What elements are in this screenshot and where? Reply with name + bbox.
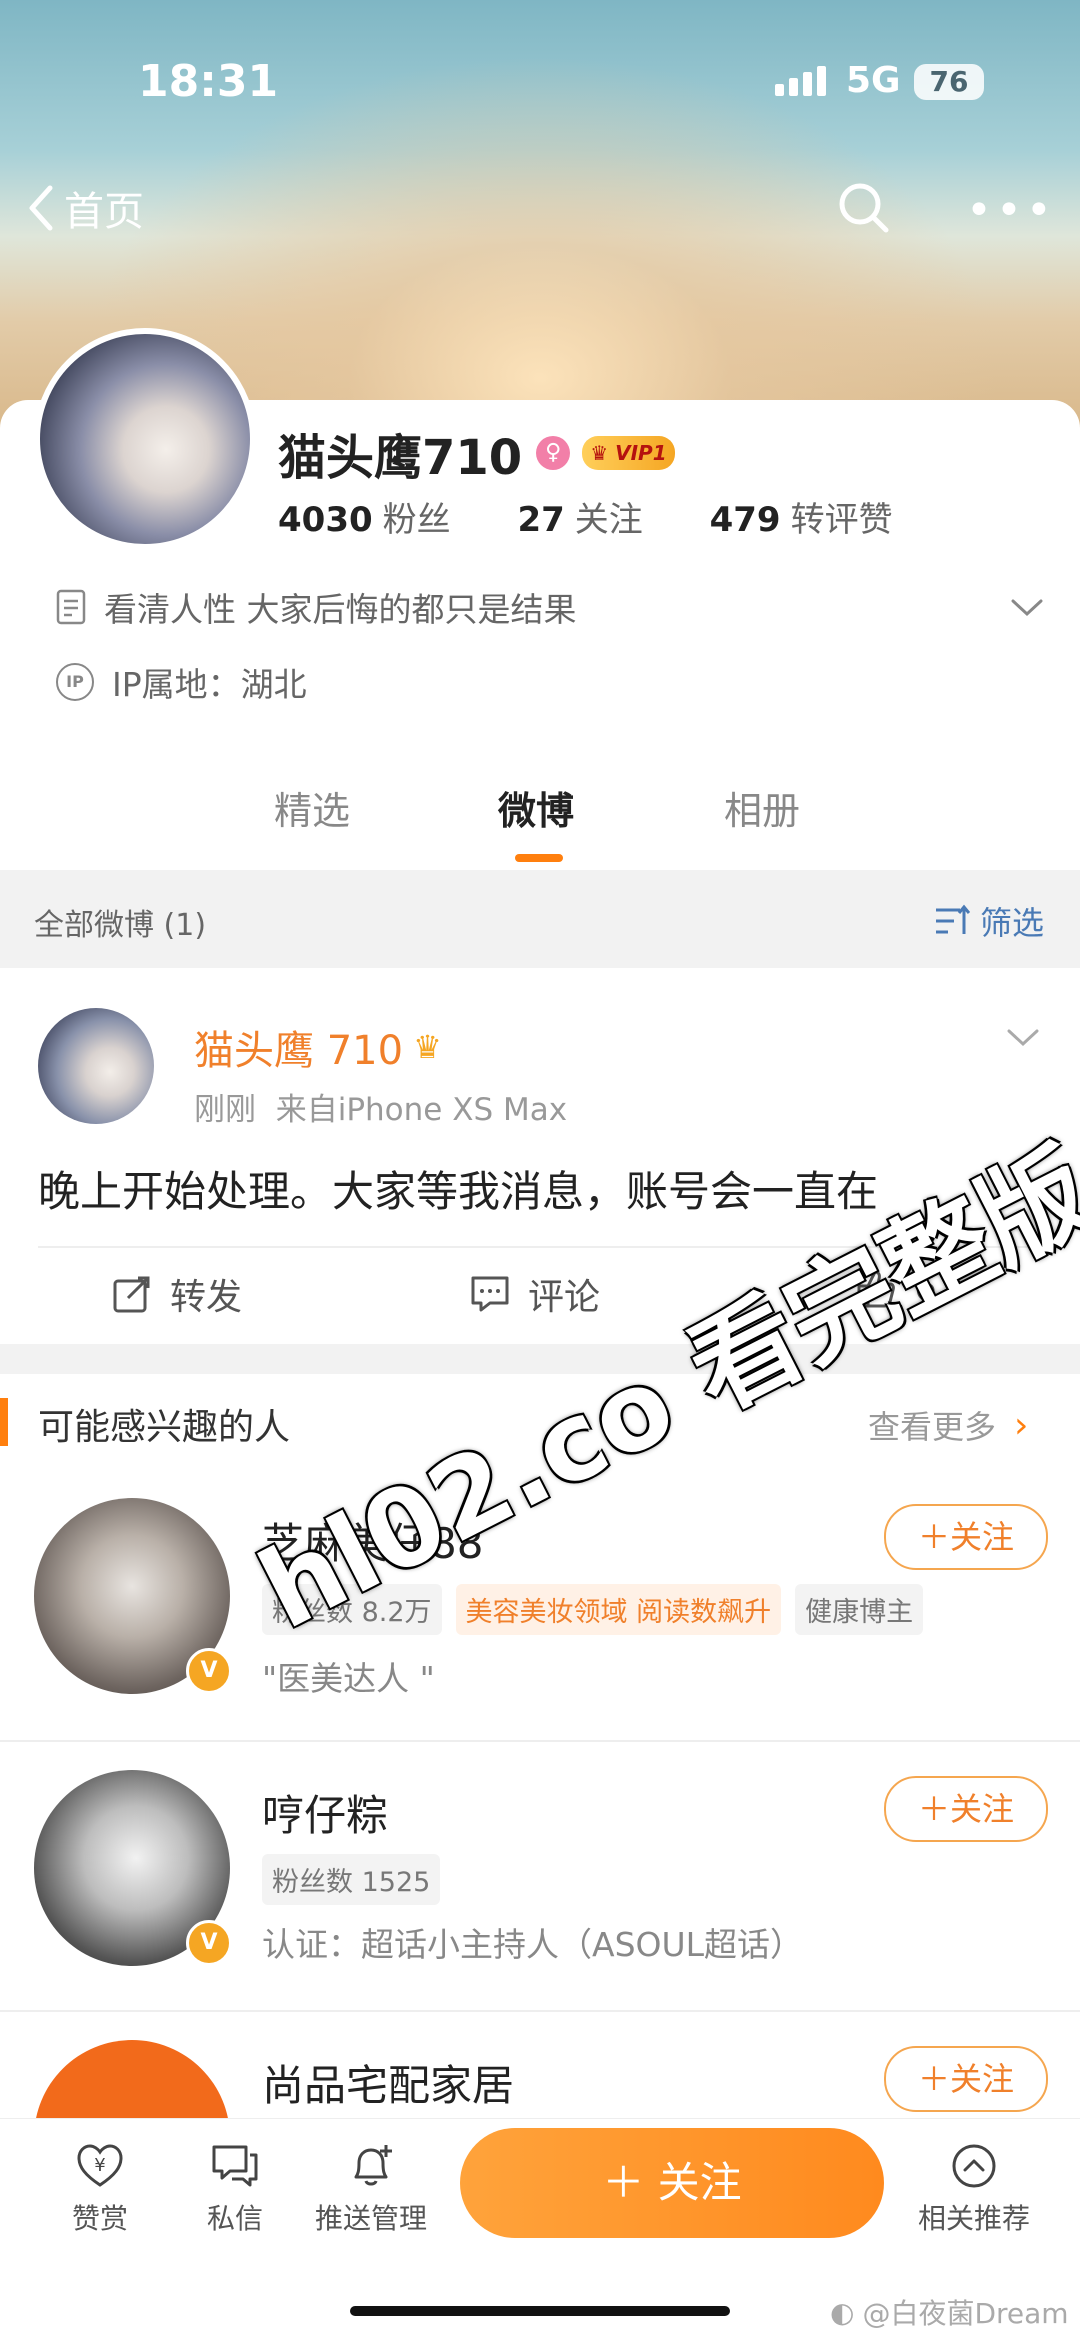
recommend-item: 尚品宅配家居 ＋关注	[0, 2012, 1080, 2118]
comment-button[interactable]: 评论	[470, 1268, 600, 1320]
verified-icon: V	[186, 1920, 232, 1966]
related-label: 相关推荐	[917, 2202, 1030, 2235]
avatar[interactable]	[34, 328, 256, 550]
profile-name-row: 猫头鹰710 ♀ ♛ VIP1	[278, 418, 675, 488]
repost-icon	[113, 1276, 150, 1313]
recommend-name[interactable]: 尚品宅配家居	[262, 2052, 514, 2113]
recommend-desc: 认证：超话小主持人（ASOUL超话）	[262, 1925, 804, 1964]
chevron-up-circle-icon	[952, 2144, 996, 2188]
related-button[interactable]: 相关推荐	[906, 2141, 1042, 2237]
follow-button[interactable]: ＋关注	[884, 1776, 1048, 1842]
recommend-title: 可能感兴趣的人	[38, 1407, 291, 1448]
recommend-name[interactable]: 哼仔粽	[262, 1782, 388, 1843]
recommend-desc: "医美达人 "	[262, 1659, 435, 1698]
push-settings-button[interactable]: 推送管理	[306, 2141, 436, 2237]
search-button[interactable]	[836, 180, 892, 240]
tab-featured[interactable]: 精选	[274, 780, 350, 835]
verified-icon: V	[186, 1648, 232, 1694]
follower-tag: 粉丝数 1525	[262, 1854, 441, 1905]
weibo-watermark: ◐ @白夜菌Dream	[830, 2292, 1069, 2332]
watermark-handle: @白夜菌Dream	[862, 2297, 1069, 2330]
crown-icon: ♛	[590, 441, 609, 465]
signal-icon	[775, 66, 831, 96]
tab-weibo[interactable]: 微博	[498, 780, 574, 835]
recommend-tags: 粉丝数 1525	[262, 1854, 454, 1905]
category-tag: 健康博主	[795, 1584, 924, 1635]
comment-label: 评论	[528, 1277, 601, 1318]
bio-row[interactable]: 看清人性 大家后悔的都只是结果	[56, 583, 577, 631]
bell-plus-icon	[354, 2145, 392, 2186]
comment-icon	[471, 1276, 509, 1312]
vip-label: VIP1	[615, 441, 667, 465]
status-time: 18:31	[138, 56, 279, 107]
ip-icon: IP	[56, 663, 94, 701]
repost-button[interactable]: 转发	[112, 1268, 242, 1320]
post-menu-button[interactable]	[1006, 1028, 1040, 1052]
more-button[interactable]: •••	[966, 189, 1056, 233]
crown-icon: ♛	[413, 1028, 442, 1066]
ip-location: IP属地：湖北	[112, 665, 307, 704]
message-icon	[212, 2145, 258, 2187]
section-marker	[0, 1398, 8, 1446]
filter-bar: 全部微博 (1) 筛选	[0, 870, 1080, 968]
search-icon	[839, 183, 889, 233]
message-label: 私信	[206, 2202, 263, 2235]
recommend-avatar[interactable]	[34, 2040, 230, 2118]
recommend-item: V 哼仔粽 粉丝数 1525 认证：超话小主持人（ASOUL超话） ＋关注	[0, 1742, 1080, 2010]
see-more-label: 查看更多	[868, 1408, 997, 1446]
following-label[interactable]: 关注	[575, 500, 643, 540]
message-button[interactable]: 私信	[175, 2141, 295, 2237]
field-tag: 美容美妆领域 阅读数飙升	[455, 1584, 782, 1635]
post-author[interactable]: 猫头鹰 710	[194, 1018, 403, 1076]
profile-name: 猫头鹰710	[278, 430, 523, 486]
followers-label[interactable]: 粉丝	[383, 500, 451, 540]
filter-label: 筛选	[980, 904, 1045, 942]
status-bar: 18:31 5G 76	[0, 52, 1080, 112]
tab-album[interactable]: 相册	[724, 780, 800, 835]
main-follow-button[interactable]: ＋ 关注	[460, 2128, 884, 2238]
post-meta: 刚刚 来自iPhone XS Max	[194, 1084, 567, 1129]
battery-icon: 76	[914, 64, 984, 100]
post-time: 刚刚	[194, 1092, 256, 1128]
expand-bio-button[interactable]	[1010, 598, 1044, 622]
active-tab-indicator	[515, 854, 563, 862]
vip-badge[interactable]: ♛ VIP1	[582, 436, 675, 470]
chevron-right-icon: ›	[1014, 1404, 1029, 1446]
more-icon: •••	[966, 185, 1056, 236]
following-count[interactable]: 27	[517, 500, 564, 540]
svg-text:¥: ¥	[94, 2155, 105, 2176]
chevron-down-icon	[1007, 1029, 1039, 1047]
reward-icon: ¥	[77, 2144, 123, 2187]
follow-button[interactable]: ＋关注	[884, 1504, 1048, 1570]
all-posts-label: 全部微博 (1)	[34, 908, 207, 943]
interactions-label[interactable]: 转评赞	[791, 500, 893, 540]
back-button[interactable]: 首页	[28, 178, 144, 238]
home-indicator	[350, 2306, 730, 2316]
bio-text: 看清人性 大家后悔的都只是结果	[104, 590, 577, 629]
chevron-left-icon	[29, 185, 53, 231]
post-avatar[interactable]	[38, 1008, 154, 1124]
followers-count[interactable]: 4030	[278, 500, 373, 540]
filter-button[interactable]: 筛选	[934, 898, 1044, 944]
network-label: 5G	[846, 60, 901, 101]
reward-label: 赞赏	[71, 2202, 128, 2235]
ip-row: IP IP属地：湖北	[56, 658, 307, 706]
reward-button[interactable]: ¥ 赞赏	[40, 2141, 160, 2237]
follow-button[interactable]: ＋关注	[884, 2046, 1048, 2112]
interactions-count[interactable]: 479	[710, 500, 781, 540]
see-more-button[interactable]: 查看更多 ›	[868, 1402, 1028, 1448]
filter-icon	[936, 904, 970, 934]
post-source: 来自iPhone XS Max	[275, 1092, 568, 1128]
push-settings-label: 推送管理	[314, 2202, 427, 2235]
post-author-row[interactable]: 猫头鹰 710 ♛	[194, 1018, 442, 1076]
post-content: 晚上开始处理。大家等我消息，账号会一直在	[38, 1167, 879, 1216]
document-icon	[56, 589, 86, 625]
repost-label: 转发	[170, 1277, 243, 1318]
weibo-logo-icon: ◐	[830, 2295, 855, 2329]
chevron-down-icon	[1011, 599, 1043, 617]
female-gender-icon: ♀	[536, 436, 571, 470]
profile-stats: 4030 粉丝 27 关注 479 转评赞	[278, 492, 949, 541]
back-label: 首页	[64, 189, 144, 235]
